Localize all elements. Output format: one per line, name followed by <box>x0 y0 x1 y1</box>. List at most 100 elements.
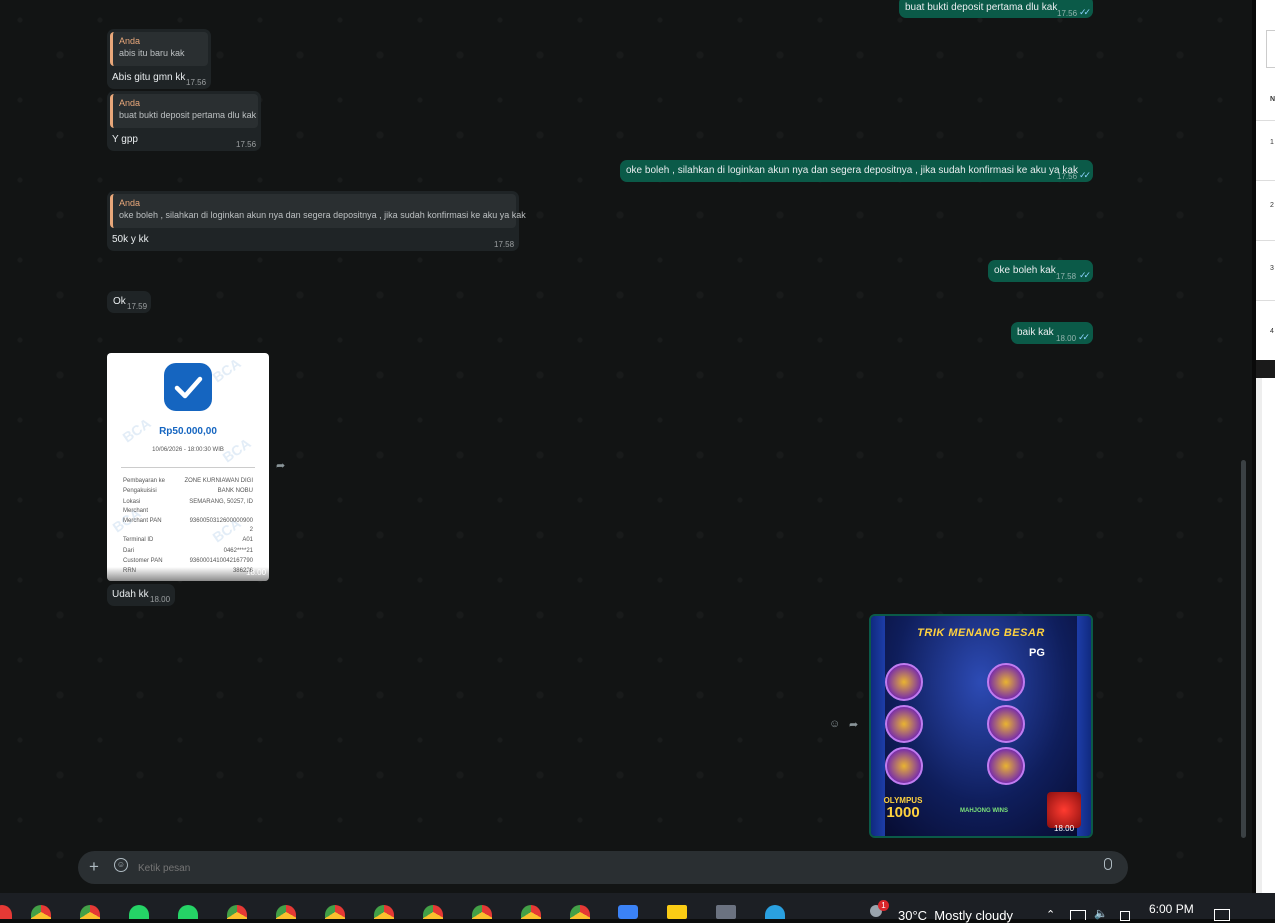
chevron-up-icon[interactable]: ⌃ <box>1046 908 1055 921</box>
read-ticks-icon: ✓✓ <box>1079 7 1091 17</box>
message-incoming[interactable]: Ok 17.59 <box>107 291 151 313</box>
receipt-row-value: A01 <box>242 537 253 543</box>
receipt-row-label: Pengakuisisi <box>123 488 157 494</box>
message-incoming[interactable]: Udah kk 18.00 <box>107 584 175 606</box>
message-time: 17.56 <box>1057 9 1078 18</box>
message-time: 17.56 <box>236 140 257 149</box>
chrome-icon[interactable] <box>570 905 590 919</box>
game-icon <box>987 747 1025 785</box>
promo-brand: PG <box>1029 647 1045 659</box>
game-icon <box>987 663 1025 701</box>
message-time: 18.00 <box>150 595 171 604</box>
side-row-divider <box>1256 180 1275 181</box>
chrome-icon[interactable] <box>276 905 296 919</box>
message-text: Abis gitu gmn kk <box>112 72 186 83</box>
sticky-notes-icon[interactable] <box>667 905 687 919</box>
message-text: Ok <box>113 296 126 307</box>
chrome-icon[interactable] <box>227 905 247 919</box>
chrome-icon[interactable] <box>31 905 51 919</box>
receipt-row-label: Customer PAN <box>123 558 163 564</box>
svg-text:BCA: BCA <box>210 355 244 386</box>
receipt-row-value: 9360001410042167790 <box>189 558 253 564</box>
quoted-message[interactable]: Anda abis itu baru kak <box>110 32 208 66</box>
receipt-time-overlay <box>107 567 269 581</box>
message-text: baik kak <box>1017 327 1054 338</box>
notifications-icon[interactable] <box>1214 909 1230 921</box>
message-time: 17.56 <box>186 78 207 87</box>
receipt-divider <box>121 467 255 468</box>
sticker-icon[interactable]: ☺ <box>114 858 128 872</box>
read-ticks-icon: ✓✓ <box>1078 332 1090 342</box>
promo-image[interactable]: TRIK MENANG BESAR PG OLYMPUS 1000 MAHJON… <box>869 614 1093 838</box>
message-time: 18.00 <box>246 568 267 577</box>
volume-icon[interactable]: 🔈 <box>1094 907 1108 920</box>
message-incoming[interactable]: Anda buat bukti deposit pertama dlu kak … <box>107 91 261 151</box>
clock[interactable]: 6:00 PM <box>1149 902 1194 916</box>
side-row-divider <box>1256 240 1275 241</box>
chrome-icon[interactable] <box>374 905 394 919</box>
message-input[interactable] <box>136 858 1040 878</box>
notification-badge: 1 <box>878 900 889 911</box>
message-outgoing[interactable]: baik kak 18.00 ✓✓ <box>1011 322 1093 344</box>
receipt-row-label: Pembayaran ke <box>123 478 166 484</box>
quoted-message[interactable]: Anda oke boleh , silahkan di loginkan ak… <box>110 194 526 228</box>
message-outgoing[interactable]: oke boleh kak 17.58 ✓✓ <box>988 260 1093 282</box>
game-icon <box>987 705 1025 743</box>
quote-text: oke boleh , silahkan di loginkan akun ny… <box>119 210 526 220</box>
quote-author: Anda <box>119 198 141 208</box>
message-incoming[interactable]: Anda abis itu baru kak Abis gitu gmn kk … <box>107 29 211 89</box>
success-check-icon <box>164 363 212 411</box>
message-outgoing[interactable]: buat bukti deposit pertama dlu kak 17.56… <box>899 0 1093 18</box>
chrome-icon[interactable] <box>80 905 100 919</box>
message-text: Udah kk <box>112 589 149 600</box>
side-label: 3 <box>1270 265 1274 272</box>
receipt-row-value: 0462****21 <box>223 548 253 554</box>
microphone-icon[interactable] <box>1104 858 1112 870</box>
game-icon <box>885 705 923 743</box>
receipt-amount: Rp50.000,00 <box>159 426 217 437</box>
message-composer: + ☺ <box>78 851 1128 884</box>
side-label: 2 <box>1270 202 1274 209</box>
side-scrollbar[interactable] <box>1256 378 1262 893</box>
message-incoming[interactable]: Anda oke boleh , silahkan di loginkan ak… <box>107 191 526 251</box>
quoted-message[interactable]: Anda buat bukti deposit pertama dlu kak <box>110 94 258 128</box>
message-outgoing[interactable]: oke boleh , silahkan di loginkan akun ny… <box>620 160 1093 182</box>
side-row-divider <box>1256 120 1275 121</box>
chrome-icon[interactable] <box>472 905 492 919</box>
side-row-divider <box>1256 300 1275 301</box>
whatsapp-icon[interactable] <box>129 905 149 919</box>
attach-plus-icon[interactable]: + <box>89 857 99 877</box>
receipt-row-label: Merchant PAN <box>123 518 162 524</box>
forward-icon[interactable]: ➦ <box>849 718 858 731</box>
message-text: buat bukti deposit pertama dlu kak <box>905 2 1058 13</box>
emoji-react-icon[interactable]: ☺ <box>829 718 840 730</box>
battery-icon[interactable] <box>1120 911 1130 921</box>
chrome-icon[interactable] <box>423 905 443 919</box>
message-time: 17.58 <box>494 240 515 249</box>
receipt-row-value: 2 <box>249 527 253 533</box>
calculator-icon[interactable] <box>716 905 736 919</box>
app-icon[interactable] <box>618 905 638 919</box>
quote-author: Anda <box>119 98 141 108</box>
quote-author: Anda <box>119 36 141 46</box>
chrome-icon[interactable] <box>325 905 345 919</box>
chrome-icon[interactable] <box>521 905 541 919</box>
chat-panel: buat bukti deposit pertama dlu kak 17.56… <box>0 0 1252 893</box>
message-time: 18.00 <box>1056 334 1077 343</box>
promo-title: TRIK MENANG BESAR <box>917 627 1045 639</box>
side-label: 4 <box>1270 328 1274 335</box>
forward-icon[interactable]: ➦ <box>276 459 285 472</box>
side-window-header <box>1266 30 1275 68</box>
receipt-row-value: 9360050312600000900 <box>189 518 253 524</box>
receipt-image[interactable]: BCA BCA BCA BCA BCA Rp50.000,00 10/06/20… <box>107 353 269 581</box>
promo-bottom-left: OLYMPUS 1000 <box>875 796 931 820</box>
whatsapp-icon[interactable] <box>178 905 198 919</box>
message-time: 17.56 <box>1057 172 1078 181</box>
receipt-row-label: Merchant <box>123 508 149 514</box>
message-text: oke boleh kak <box>994 265 1056 276</box>
telegram-icon[interactable] <box>765 905 785 919</box>
side-label: N <box>1270 96 1275 103</box>
chat-scrollbar[interactable] <box>1241 460 1246 838</box>
receipt-row-value: ZONE KURNIAWAN DIGI <box>184 478 253 484</box>
weather-text[interactable]: 30°C Mostly cloudy <box>898 908 1013 923</box>
